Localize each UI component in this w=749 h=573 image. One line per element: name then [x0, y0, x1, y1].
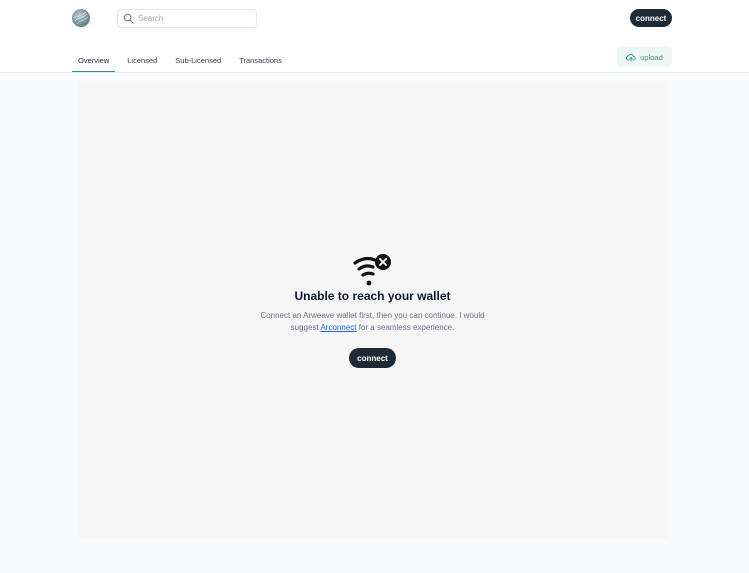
- empty-state-title: Unable to reach your wallet: [294, 289, 451, 303]
- wifi-off-icon: [353, 254, 391, 286]
- empty-state: Unable to reach your wallet Connect an A…: [77, 81, 668, 538]
- content-panel: Unable to reach your wallet Connect an A…: [77, 81, 668, 538]
- tab-overview[interactable]: Overview: [72, 50, 116, 72]
- tab-transactions[interactable]: Transactions: [233, 50, 288, 71]
- search-box[interactable]: [117, 9, 257, 28]
- cloud-upload-icon: [626, 53, 636, 61]
- top-bar: connect Overview Licensed Sub-Licensed T…: [0, 0, 749, 73]
- tab-bar: Overview Licensed Sub-Licensed Transacti…: [72, 50, 294, 72]
- arconnect-link[interactable]: Arconnect: [320, 323, 356, 332]
- connect-wallet-button[interactable]: connect: [349, 348, 396, 368]
- description-text-end: for a seamless experience.: [356, 323, 455, 332]
- tab-sub-licensed[interactable]: Sub-Licensed: [169, 50, 227, 71]
- upload-label: upload: [640, 52, 663, 62]
- search-icon: [123, 13, 134, 24]
- empty-state-description: Connect an Arweave wallet first, then yo…: [260, 310, 485, 334]
- upload-button[interactable]: upload: [617, 47, 672, 67]
- connect-button[interactable]: connect: [630, 9, 672, 27]
- logo-icon[interactable]: [72, 9, 90, 27]
- search-input[interactable]: [138, 11, 250, 26]
- tab-licensed[interactable]: Licensed: [121, 50, 163, 71]
